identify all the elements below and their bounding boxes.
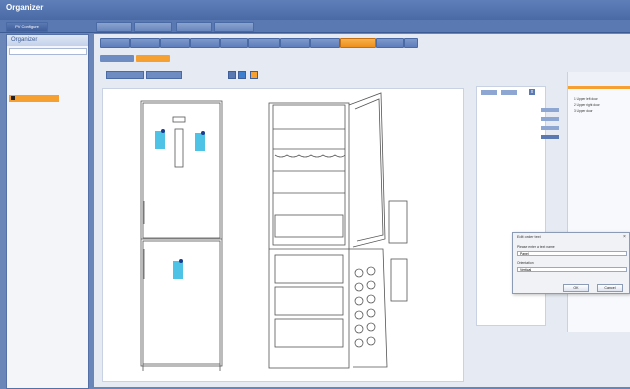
field1-label: Please enter a text name	[517, 245, 555, 249]
sidebar-search-input[interactable]	[9, 48, 87, 55]
mini-button-1[interactable]	[541, 108, 559, 112]
edit-icon[interactable]	[250, 71, 258, 79]
mini-button-3[interactable]	[541, 126, 559, 130]
door-tag-2[interactable]	[195, 133, 205, 151]
tab-11[interactable]	[404, 38, 418, 48]
nav-item-6[interactable]	[214, 22, 254, 32]
view-icon[interactable]	[228, 71, 236, 79]
structure-item-2[interactable]: 2 Upper right door	[574, 103, 600, 107]
door-tag-3[interactable]	[173, 261, 183, 279]
structure-item-3[interactable]: 3 Upper door	[574, 109, 593, 113]
tab-1[interactable]	[100, 38, 130, 48]
nav-item-2[interactable]	[50, 22, 88, 32]
tab-6[interactable]	[248, 38, 280, 48]
tab-active[interactable]	[340, 38, 376, 48]
ok-button[interactable]: OK	[563, 284, 589, 292]
edit-text-dialog: Edit order text × Please enter a text na…	[512, 232, 630, 294]
nav-item-7[interactable]	[256, 22, 268, 32]
tab-strip	[100, 38, 418, 48]
structure-item-1[interactable]: 1 Upper left door	[574, 97, 598, 101]
dialog-close-icon[interactable]: ×	[623, 234, 626, 240]
door-tag-2-marker	[201, 131, 205, 135]
tab-2[interactable]	[130, 38, 160, 48]
image-icon[interactable]	[238, 71, 246, 79]
toolbar-button-1[interactable]	[106, 71, 144, 79]
tab-10[interactable]	[376, 38, 404, 48]
tab-3[interactable]	[160, 38, 190, 48]
structure-panel-title	[568, 72, 630, 86]
folder-icon	[11, 96, 15, 100]
nav-item-3[interactable]	[96, 22, 132, 32]
nav-item-5[interactable]	[176, 22, 212, 32]
right-pane-button-1[interactable]	[481, 90, 497, 95]
door-tag-3-marker	[179, 259, 183, 263]
tab-8[interactable]	[310, 38, 340, 48]
tab-5[interactable]	[220, 38, 248, 48]
field2-label: Orientation	[517, 261, 534, 265]
toolbar-button-2[interactable]	[146, 71, 182, 79]
name-input[interactable]: Panel	[517, 251, 627, 256]
mini-button-4[interactable]	[541, 135, 559, 139]
nav-item-4[interactable]	[134, 22, 172, 32]
sidebar: Organizer	[6, 34, 89, 389]
cancel-button[interactable]: Cancel	[597, 284, 623, 292]
mini-button-2[interactable]	[541, 117, 559, 121]
close-icon[interactable]: x	[529, 89, 535, 95]
drawing-canvas[interactable]	[102, 88, 464, 382]
tab-7[interactable]	[280, 38, 310, 48]
dialog-title: Edit order text	[517, 235, 541, 239]
sidebar-item-selected[interactable]	[9, 95, 59, 102]
structure-selection	[568, 86, 630, 89]
orientation-select[interactable]: Vertical	[517, 267, 627, 272]
subtab-2[interactable]	[136, 55, 170, 62]
door-tag-1-marker	[161, 129, 165, 133]
tab-4[interactable]	[190, 38, 220, 48]
right-pane-button-2[interactable]	[501, 90, 517, 95]
subtab-1[interactable]	[100, 55, 134, 62]
door-tag-1[interactable]	[155, 131, 165, 149]
app-title: Organizer	[6, 3, 44, 12]
title-bar	[0, 0, 630, 20]
sidebar-title: Organizer	[7, 35, 88, 46]
nav-configure[interactable]: PV Configure	[6, 22, 48, 32]
top-nav: PV Configure	[0, 20, 630, 33]
